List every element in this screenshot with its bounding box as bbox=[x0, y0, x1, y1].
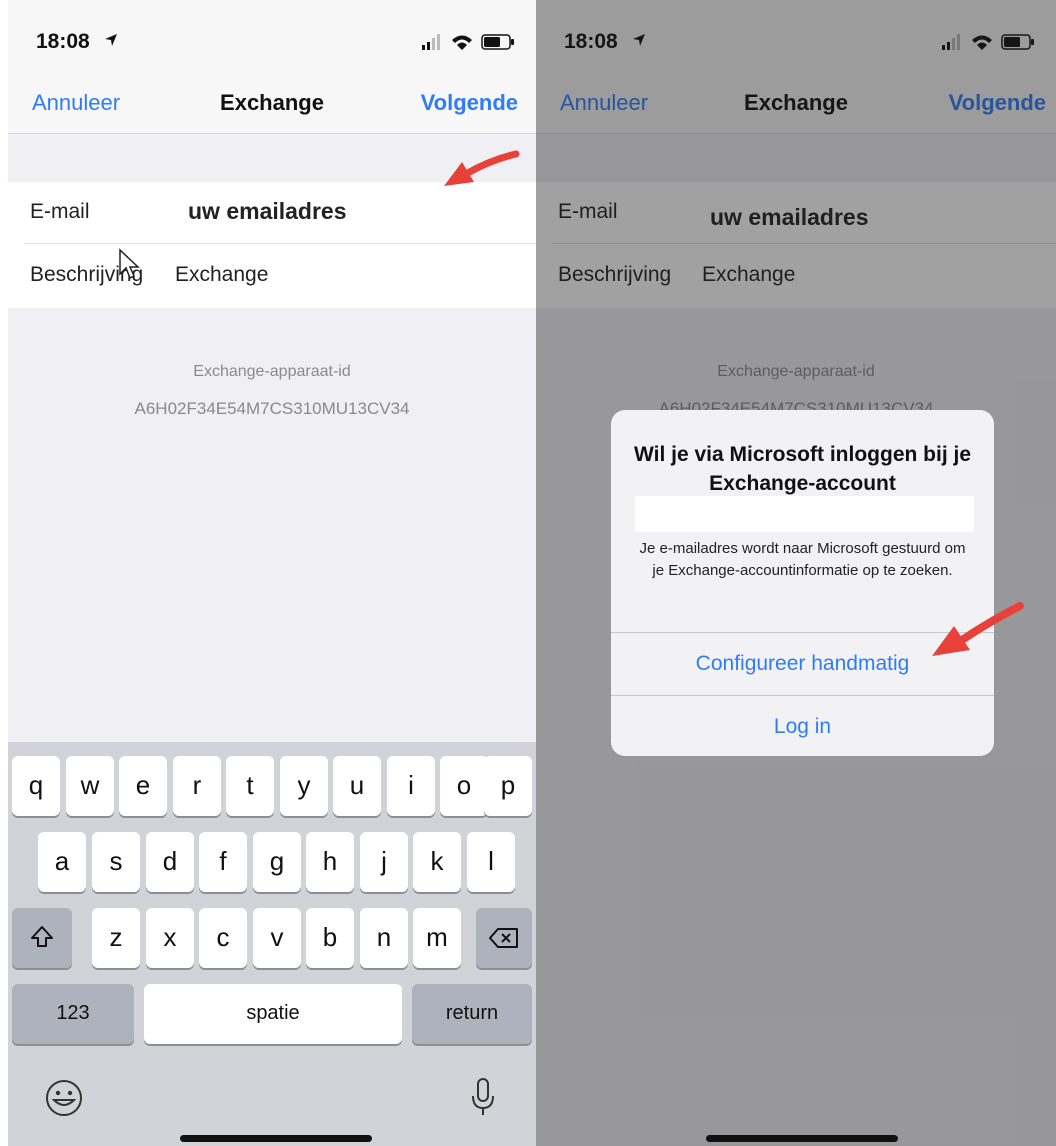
alert-message: Je e-mailadres wordt naar Microsoft gest… bbox=[639, 540, 966, 579]
next-button[interactable]: Volgende bbox=[421, 90, 518, 116]
alert-title: Wil je via Microsoft inloggen bij je Exc… bbox=[633, 443, 971, 495]
key-x[interactable]: x bbox=[146, 908, 194, 968]
key-v[interactable]: v bbox=[253, 908, 301, 968]
alert-blank-area bbox=[635, 496, 974, 532]
key-b[interactable]: b bbox=[306, 908, 354, 968]
key-u[interactable]: u bbox=[333, 756, 381, 816]
key-f[interactable]: f bbox=[199, 832, 247, 892]
key-s[interactable]: s bbox=[92, 832, 140, 892]
backspace-key[interactable] bbox=[476, 908, 532, 968]
mouse-cursor-icon bbox=[119, 248, 140, 280]
key-l[interactable]: l bbox=[467, 832, 515, 892]
device-id-value: A6H02F34E54M7CS310MU13CV34 bbox=[134, 399, 410, 418]
microsoft-login-alert: Wil je via Microsoft inloggen bij je Exc… bbox=[611, 410, 994, 756]
status-bar: 18:08 bbox=[8, 0, 536, 70]
status-time: 18:08 bbox=[36, 30, 90, 53]
backspace-icon bbox=[489, 928, 518, 948]
key-z[interactable]: z bbox=[92, 908, 140, 968]
key-n[interactable]: n bbox=[360, 908, 408, 968]
keyboard: q w e r t y u i o p a s d f g h j k l z … bbox=[8, 742, 536, 1146]
shift-icon bbox=[31, 926, 53, 947]
key-c[interactable]: c bbox=[199, 908, 247, 968]
right-phone-screen: 18:08 Annuleer Exchange Volgende E-mail … bbox=[536, 0, 1056, 1146]
key-r[interactable]: r bbox=[173, 756, 221, 816]
email-label: E-mail bbox=[30, 200, 90, 223]
navigation-bar: Annuleer Exchange Volgende bbox=[8, 70, 536, 134]
key-o[interactable]: o bbox=[440, 756, 488, 816]
key-h[interactable]: h bbox=[306, 832, 354, 892]
email-field[interactable]: uw emailadres bbox=[188, 198, 347, 225]
signal-wifi-battery-icon bbox=[422, 34, 514, 50]
microphone-icon[interactable] bbox=[470, 1076, 496, 1118]
numbers-key[interactable]: 123 bbox=[12, 984, 134, 1044]
description-field[interactable]: Exchange bbox=[175, 263, 268, 287]
location-arrow-icon bbox=[105, 34, 117, 46]
log-in-button[interactable]: Log in bbox=[611, 696, 994, 756]
emoji-icon[interactable] bbox=[44, 1078, 84, 1118]
key-e[interactable]: e bbox=[119, 756, 167, 816]
space-key[interactable]: spatie bbox=[144, 984, 402, 1044]
key-y[interactable]: y bbox=[280, 756, 328, 816]
key-q[interactable]: q bbox=[12, 756, 60, 816]
key-j[interactable]: j bbox=[360, 832, 408, 892]
key-w[interactable]: w bbox=[66, 756, 114, 816]
return-key[interactable]: return bbox=[412, 984, 532, 1044]
key-d[interactable]: d bbox=[146, 832, 194, 892]
home-indicator bbox=[706, 1135, 898, 1142]
key-g[interactable]: g bbox=[253, 832, 301, 892]
red-pointer-arrow-icon bbox=[932, 602, 1024, 656]
device-id-label: Exchange-apparaat-id bbox=[193, 363, 351, 380]
shift-key[interactable] bbox=[12, 908, 72, 968]
key-a[interactable]: a bbox=[38, 832, 86, 892]
key-t[interactable]: t bbox=[226, 756, 274, 816]
key-m[interactable]: m bbox=[413, 908, 461, 968]
account-form: E-mail uw emailadres Beschrijving Exchan… bbox=[8, 182, 536, 308]
red-pointer-arrow-icon bbox=[444, 150, 520, 186]
key-p[interactable]: p bbox=[484, 756, 532, 816]
key-k[interactable]: k bbox=[413, 832, 461, 892]
description-row[interactable]: Beschrijving Exchange bbox=[8, 245, 536, 307]
home-indicator bbox=[180, 1135, 372, 1142]
left-phone-screen: 18:08 Annuleer Exchange Volgende E-mail … bbox=[8, 0, 536, 1146]
key-i[interactable]: i bbox=[387, 756, 435, 816]
